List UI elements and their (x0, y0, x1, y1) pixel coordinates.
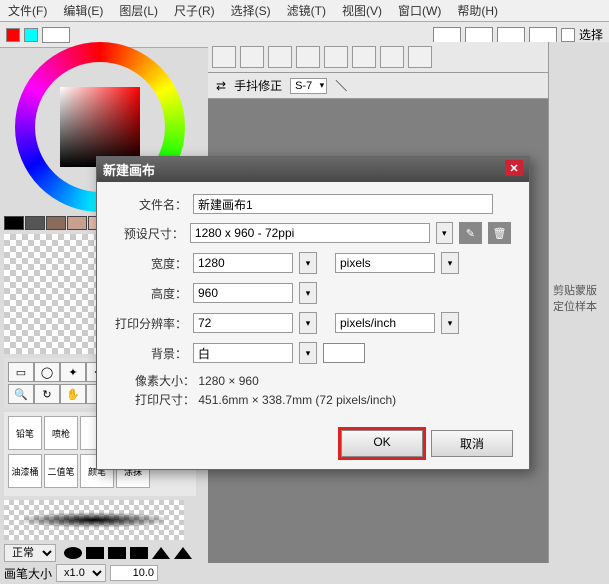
menu-bar: 文件(F) 编辑(E) 图层(L) 尺子(R) 选择(S) 滤镜(T) 视图(V… (0, 0, 609, 22)
wbtn-8[interactable] (408, 46, 432, 68)
tool-rect-select[interactable]: ▭ (8, 362, 34, 382)
brush-size-label: 画笔大小 (4, 565, 52, 582)
palette-swatch[interactable] (46, 216, 66, 230)
printsize-value: 451.6mm × 338.7mm (72 pixels/inch) (198, 393, 396, 407)
preset-dropdown-icon[interactable]: ▾ (436, 222, 453, 244)
shape-1[interactable] (64, 547, 82, 559)
pxsize-value: 1280 × 960 (198, 374, 258, 388)
brush-pencil[interactable]: 铅笔 (8, 416, 42, 450)
tool-hand[interactable]: ✋ (60, 384, 86, 404)
ok-button[interactable]: OK (341, 430, 423, 457)
preset-input[interactable] (190, 223, 430, 243)
palette-swatch[interactable] (4, 216, 24, 230)
res-unit-input[interactable] (335, 313, 435, 333)
dialog-titlebar[interactable]: 新建画布 ✕ (97, 157, 529, 182)
bg-color-swatch[interactable] (323, 343, 365, 363)
shape-2[interactable] (86, 547, 104, 559)
res-unit-dropdown-icon[interactable]: ▾ (441, 312, 459, 334)
preset-delete-icon[interactable]: 🗑 (488, 222, 511, 244)
palette-swatch[interactable] (25, 216, 45, 230)
brush-bucket[interactable]: 油漆桶 (8, 454, 42, 488)
line-icon[interactable]: ＼ (335, 77, 347, 94)
brush-mult[interactable]: x1.0 (56, 564, 106, 582)
shape-6[interactable] (174, 547, 192, 559)
preset-4[interactable] (529, 27, 557, 43)
height-label: 高度： (115, 285, 187, 302)
width-spin-icon[interactable]: ▾ (299, 252, 317, 274)
wbtn-2[interactable] (240, 46, 264, 68)
right-panel: 剪贴蒙版 定位样本 (548, 42, 609, 563)
filename-label: 文件名： (115, 196, 187, 213)
preset-tool-icon[interactable]: ✎ (459, 222, 482, 244)
menu-select[interactable]: 选择(S) (231, 2, 271, 19)
wbtn-6[interactable] (352, 46, 376, 68)
blend-mode[interactable]: 正常 (4, 544, 56, 562)
height-input[interactable] (193, 283, 293, 303)
width-input[interactable] (193, 253, 293, 273)
brush-airbrush[interactable]: 喷枪 (44, 416, 78, 450)
brush-binary[interactable]: 二值笔 (44, 454, 78, 488)
menu-window[interactable]: 窗口(W) (398, 2, 441, 19)
bg-input[interactable] (193, 343, 293, 363)
wbtn-7[interactable] (380, 46, 404, 68)
width-unit-dropdown-icon[interactable]: ▾ (441, 252, 459, 274)
printsize-label: 打印尺寸： (135, 393, 195, 407)
res-label: 打印分辨率： (115, 315, 187, 332)
preset-3[interactable] (497, 27, 525, 43)
nav-left-icon[interactable]: ⇄ (216, 79, 226, 93)
wbtn-3[interactable] (268, 46, 292, 68)
filename-input[interactable] (193, 194, 493, 214)
wbtn-5[interactable] (324, 46, 348, 68)
menu-ruler[interactable]: 尺子(R) (174, 2, 215, 19)
palette-swatch[interactable] (67, 216, 87, 230)
wbtn-4[interactable] (296, 46, 320, 68)
preset-1[interactable] (433, 27, 461, 43)
bg-dropdown-icon[interactable]: ▾ (299, 342, 317, 364)
close-icon[interactable]: ✕ (505, 160, 523, 176)
unit-label: 定位样本 (553, 298, 605, 314)
dialog-title: 新建画布 (103, 160, 155, 179)
select-checkbox[interactable] (561, 28, 575, 42)
bg-label: 背景： (115, 345, 187, 362)
pxsize-label: 像素大小： (135, 374, 195, 388)
res-spin-icon[interactable]: ▾ (299, 312, 317, 334)
shape-4[interactable] (130, 547, 148, 559)
brush-size-input[interactable] (110, 565, 158, 581)
menu-edit[interactable]: 编辑(E) (63, 2, 103, 19)
stabilize-dropdown[interactable]: S-7 (290, 78, 327, 94)
wbtn-1[interactable] (212, 46, 236, 68)
menu-layer[interactable]: 图层(L) (119, 2, 158, 19)
shape-3[interactable] (108, 547, 126, 559)
cancel-button[interactable]: 取消 (431, 430, 513, 457)
tool-zoom[interactable]: 🔍 (8, 384, 34, 404)
res-input[interactable] (193, 313, 293, 333)
menu-view[interactable]: 视图(V) (342, 2, 382, 19)
shape-5[interactable] (152, 547, 170, 559)
height-spin-icon[interactable]: ▾ (299, 282, 317, 304)
tool-wand[interactable]: ✦ (60, 362, 86, 382)
select-label: 选择 (579, 26, 603, 43)
width-label: 宽度： (115, 255, 187, 272)
tool-lasso[interactable]: ◯ (34, 362, 60, 382)
width-unit-input[interactable] (335, 253, 435, 273)
tool-rotate[interactable]: ↻ (34, 384, 60, 404)
new-canvas-dialog: 新建画布 ✕ 文件名： 预设尺寸： ▾ ✎ 🗑 宽度： ▾ ▾ 高度： ▾ 打印… (96, 156, 530, 470)
brush-stroke-preview (4, 500, 184, 540)
stabilize-label: 手抖修正 (234, 77, 282, 94)
brush-shapes (64, 547, 192, 559)
menu-file[interactable]: 文件(F) (8, 2, 47, 19)
preset-label: 预设尺寸： (115, 225, 184, 242)
menu-help[interactable]: 帮助(H) (457, 2, 498, 19)
menu-filter[interactable]: 滤镜(T) (287, 2, 326, 19)
clip-mask-label: 剪贴蒙版 (553, 282, 605, 298)
preset-2[interactable] (465, 27, 493, 43)
